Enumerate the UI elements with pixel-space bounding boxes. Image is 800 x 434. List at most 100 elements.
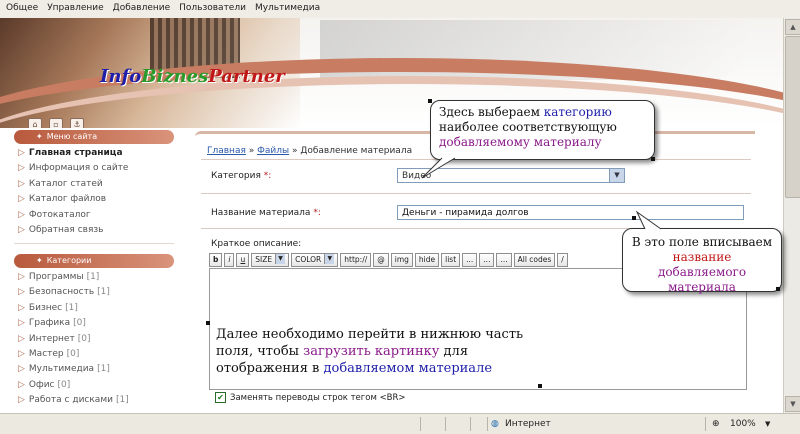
- all-codes-button[interactable]: All codes: [513, 253, 556, 267]
- category-count: [1]: [97, 364, 110, 375]
- admin-menu-bar: Общее Управление Добавление Пользователи…: [0, 0, 800, 19]
- status-divider: [705, 417, 706, 431]
- chevron-down-icon[interactable]: ▼: [765, 417, 770, 431]
- arrow-icon: ▷: [18, 178, 25, 189]
- link-button[interactable]: http://: [340, 253, 372, 267]
- hide-button[interactable]: hide: [414, 253, 440, 267]
- category-item[interactable]: ▷ Офис [0]: [18, 378, 129, 393]
- category-item[interactable]: ▷ Мультимедиа [1]: [18, 362, 129, 377]
- category-count: [1]: [97, 287, 110, 298]
- title-label-text: Название материала: [211, 208, 311, 218]
- category-item[interactable]: ▷ Программы [1]: [18, 270, 129, 285]
- close-tags-button[interactable]: /: [557, 253, 568, 267]
- category-item[interactable]: ▷ Графика [0]: [18, 316, 129, 331]
- admin-menu-add[interactable]: Добавление: [113, 3, 170, 13]
- image-button[interactable]: img: [390, 253, 413, 267]
- status-divider: [487, 417, 488, 431]
- italic-button[interactable]: i: [224, 253, 235, 267]
- category-item[interactable]: ▷ Бизнес [1]: [18, 301, 129, 316]
- size-select[interactable]: SIZE ▼: [251, 253, 290, 267]
- sidebar-item-files[interactable]: ▷ Каталог файлов: [18, 192, 128, 207]
- annotation-text: для: [439, 344, 469, 359]
- sidebar-item-photos[interactable]: ▷ Фотокаталог: [18, 208, 128, 223]
- annotation-handle: [538, 384, 542, 388]
- category-label: Категория *:: [211, 171, 271, 181]
- category-label: Мастер: [28, 348, 64, 359]
- arrow-icon: ▷: [18, 379, 25, 390]
- callout-handle: [428, 99, 432, 103]
- sidebar-categories-list: ▷ Программы [1] ▷ Безопасность [1] ▷ Бизнес [1…: [18, 270, 129, 409]
- callout-handle: [651, 157, 655, 161]
- annotation-text: поля, чтобы: [216, 344, 304, 359]
- underline-button[interactable]: u: [236, 253, 250, 267]
- required-mark: *:: [313, 208, 321, 218]
- sidebar-categories-title: Категории: [46, 256, 92, 265]
- annotation-text: Далее необходимо перейти в нижнюю часть: [216, 327, 524, 342]
- admin-menu-users[interactable]: Пользователи: [179, 3, 246, 13]
- color-select-label: COLOR: [295, 255, 322, 264]
- zoom-level[interactable]: 100%: [730, 417, 756, 431]
- admin-menu-general[interactable]: Общее: [6, 3, 38, 13]
- arrow-icon: ▷: [18, 348, 25, 359]
- newlines-label: Заменять переводы строк тегом <BR>: [230, 392, 406, 403]
- breadcrumb-home-link[interactable]: Главная: [207, 146, 246, 156]
- category-item[interactable]: ▷ Интернет [0]: [18, 332, 129, 347]
- toolbar-button-more-1[interactable]: ...: [462, 253, 478, 267]
- chevron-down-icon: ▼: [275, 254, 286, 264]
- anchor-icon[interactable]: ⚓: [70, 118, 84, 128]
- sidebar-divider: [14, 243, 174, 244]
- scroll-down-icon[interactable]: ▼: [785, 396, 800, 412]
- newlines-checkbox[interactable]: ✔: [215, 392, 226, 403]
- toolbar-button-more-2[interactable]: ...: [479, 253, 495, 267]
- browser-status-bar: ◍ Интернет ⊕ 100% ▼: [0, 413, 800, 434]
- list-button[interactable]: list: [441, 253, 461, 267]
- chevron-down-icon[interactable]: ▼: [609, 169, 624, 182]
- callout-text-highlight: название: [672, 250, 732, 264]
- site-header: InfoBiznesPartner ⌂ ▫ ⚓: [0, 18, 783, 128]
- categories-header-icon: ✦: [36, 256, 43, 265]
- admin-menu-multimedia[interactable]: Мультимедиа: [255, 3, 320, 13]
- newlines-option[interactable]: ✔ Заменять переводы строк тегом <BR>: [215, 392, 406, 403]
- arrow-icon: ▷: [18, 148, 25, 158]
- category-item[interactable]: ▷ Работа с дисками [1]: [18, 393, 129, 408]
- home-icon[interactable]: ⌂: [28, 118, 42, 128]
- required-mark: *:: [263, 171, 272, 181]
- toolbar-button-more-3[interactable]: ...: [496, 253, 512, 267]
- arrow-icon: ▷: [18, 194, 25, 205]
- sidebar-item-articles[interactable]: ▷ Каталог статей: [18, 177, 128, 192]
- material-title-input[interactable]: Деньги - пирамида долгов: [397, 205, 744, 220]
- scroll-up-icon[interactable]: ▲: [785, 19, 800, 35]
- lock-icon[interactable]: ▫: [49, 118, 63, 128]
- category-label: Графика: [28, 318, 71, 329]
- arrow-icon: ▷: [18, 209, 25, 220]
- scrollbar-thumb[interactable]: [785, 36, 800, 198]
- email-button[interactable]: @: [373, 253, 389, 267]
- category-item[interactable]: ▷ Безопасность [1]: [18, 285, 129, 300]
- vertical-scrollbar[interactable]: ▲ ▼: [783, 18, 800, 413]
- sidebar-item-about[interactable]: ▷ Информация о сайте: [18, 161, 128, 176]
- breadcrumb: Главная » Файлы » Добавление материала: [207, 146, 412, 156]
- annotation-text-highlight: добавляемом материале: [323, 361, 493, 376]
- site-logo[interactable]: InfoBiznesPartner: [100, 66, 285, 87]
- status-divider: [445, 417, 446, 431]
- category-item[interactable]: ▷ Мастер [0]: [18, 347, 129, 362]
- logo-part-partner: Partner: [208, 66, 285, 87]
- sidebar-menu-header: ✦ Меню сайта: [14, 130, 174, 144]
- sidebar-item-label: Каталог статей: [28, 178, 103, 189]
- sidebar-item-home[interactable]: ▷ Главная страница: [18, 146, 128, 161]
- annotation-handle: [206, 321, 210, 325]
- breadcrumb-files-link[interactable]: Файлы: [257, 146, 289, 156]
- category-count: [1]: [65, 302, 78, 313]
- color-select[interactable]: COLOR ▼: [291, 253, 339, 267]
- callout-text-highlight: добавляемого: [657, 265, 747, 279]
- sidebar-menu-list: ▷ Главная страница ▷ Информация о сайте ▷ К…: [18, 146, 128, 238]
- title-label: Название материала *:: [211, 208, 321, 218]
- callout-text: Здесь выбераем: [439, 105, 544, 119]
- admin-menu-manage[interactable]: Управление: [47, 3, 103, 13]
- callout-text-highlight: добавляемому материалу: [439, 135, 602, 149]
- bold-button[interactable]: b: [209, 253, 223, 267]
- sidebar-categories-header: ✦ Категории: [14, 254, 174, 268]
- sidebar-item-feedback[interactable]: ▷ Обратная связь: [18, 223, 128, 238]
- callout-handle: [776, 287, 780, 291]
- sidebar-item-label: Обратная связь: [28, 224, 104, 235]
